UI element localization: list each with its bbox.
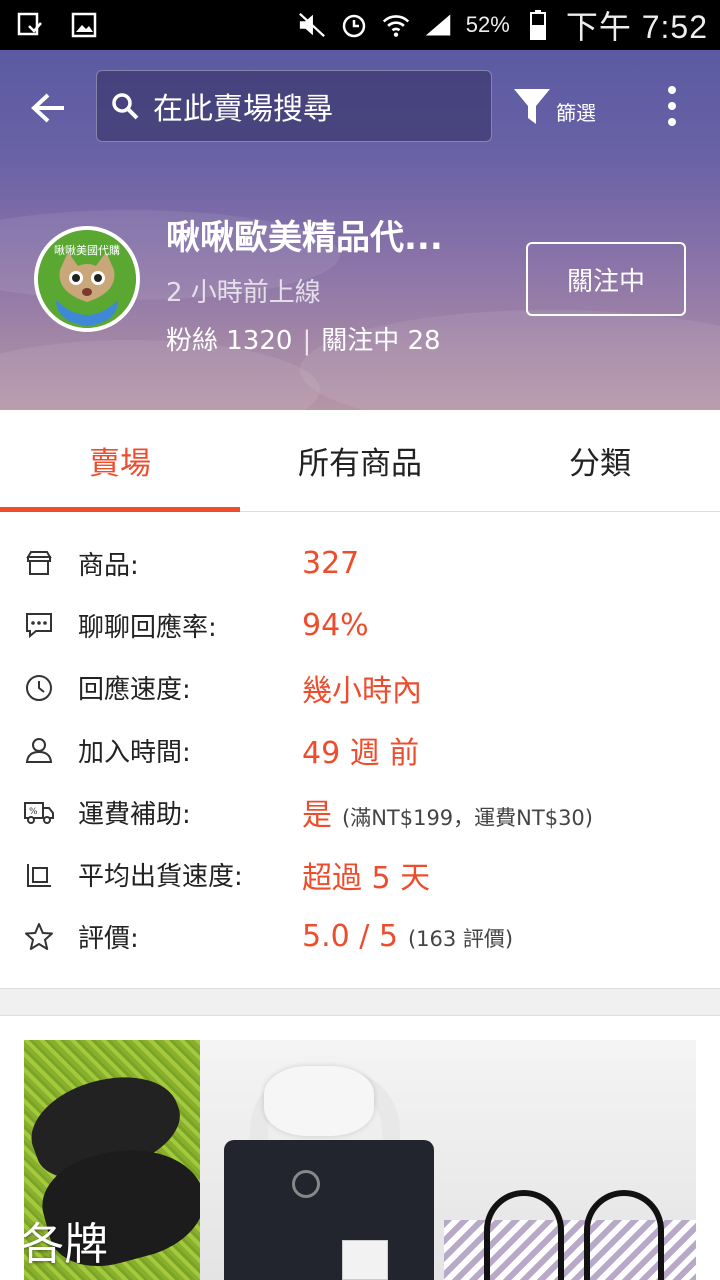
tab-all-products[interactable]: 所有商品 <box>240 410 480 511</box>
alarm-icon <box>340 11 368 39</box>
more-options-button[interactable] <box>656 86 688 126</box>
section-divider <box>0 988 720 1016</box>
more-dot <box>668 102 676 110</box>
battery-icon <box>524 10 552 40</box>
download-icon <box>16 11 44 39</box>
banner-image-sandal <box>584 1190 664 1280</box>
followers-count[interactable]: 粉絲 1320 <box>166 326 292 356</box>
filter-icon <box>514 89 550 124</box>
info-row-products: 商品: 327 <box>0 532 720 594</box>
avatar-text: 啾啾美國代購 <box>54 244 120 257</box>
info-value-text: 是 <box>302 798 332 834</box>
info-key: 評價: <box>78 924 139 955</box>
back-button[interactable] <box>24 86 72 130</box>
info-note: (滿NT$199，運費NT$30) <box>342 806 593 831</box>
shop-avatar[interactable]: 啾啾美國代購 <box>34 226 140 332</box>
more-dot <box>668 118 676 126</box>
user-icon <box>22 733 56 767</box>
info-row-joined: 加入時間: 49 週 前 <box>0 719 720 781</box>
info-value: 327 <box>302 545 360 581</box>
tab-categories[interactable]: 分類 <box>480 410 720 511</box>
signal-icon <box>424 11 452 39</box>
info-row-ship-speed: 平均出貨速度: 超過 5 天 <box>0 843 720 905</box>
info-key: 聊聊回應率: <box>78 612 217 643</box>
info-key: 商品: <box>78 550 139 581</box>
filter-button[interactable]: 篩選 <box>512 86 596 126</box>
info-row-shipping-subsidy: % 運費補助: 是 (滿NT$199，運費NT$30) <box>0 781 720 843</box>
info-value-text: 5.0 / 5 <box>302 919 398 955</box>
following-count[interactable]: 關注中 28 <box>321 326 440 356</box>
image-icon <box>70 11 98 39</box>
banner-bag-tag <box>342 1240 388 1280</box>
last-online-status: 2 小時前上線 <box>166 278 321 308</box>
shop-stats: 粉絲 1320 | 關注中 28 <box>166 320 441 357</box>
clock-icon <box>22 671 56 705</box>
banner-caption: 各牌 <box>24 1219 108 1270</box>
shop-search-input[interactable]: 在此賣場搜尋 <box>96 70 492 142</box>
info-value: 49 週 前 <box>302 736 420 772</box>
wifi-icon <box>382 11 410 39</box>
back-arrow-icon <box>31 93 64 123</box>
info-value: 超過 5 天 <box>302 860 431 896</box>
tab-shop[interactable]: 賣場 <box>0 410 240 512</box>
info-row-chat-rate: 聊聊回應率: 94% <box>0 594 720 656</box>
shop-tabs: 賣場 所有商品 分類 <box>0 410 720 512</box>
info-key: 回應速度: <box>78 675 191 706</box>
banner-bag-logo <box>292 1170 320 1198</box>
star-icon <box>22 920 56 954</box>
search-placeholder: 在此賣場搜尋 <box>153 92 333 127</box>
battery-percent: 52% <box>465 12 510 37</box>
search-icon <box>112 93 139 120</box>
truck-icon: % <box>22 795 56 829</box>
banner-image-sandal <box>484 1190 564 1280</box>
package-icon <box>22 858 56 892</box>
store-icon <box>22 546 56 580</box>
svg-text:%: % <box>29 807 38 817</box>
follow-button[interactable]: 關注中 <box>526 242 686 316</box>
info-value: 5.0 / 5 (163 評價) <box>302 919 513 954</box>
info-row-response-speed: 回應速度: 幾小時內 <box>0 657 720 719</box>
mute-icon <box>298 11 326 39</box>
info-row-rating[interactable]: 評價: 5.0 / 5 (163 評價) <box>0 906 720 968</box>
banner-image-tissue <box>264 1066 374 1136</box>
banner-image-bag <box>224 1140 434 1280</box>
stats-separator: | <box>302 326 312 356</box>
info-value: 是 (滿NT$199，運費NT$30) <box>302 790 593 834</box>
more-dot <box>668 86 676 94</box>
filter-label: 篩選 <box>556 101 596 125</box>
info-key: 運費補助: <box>78 799 191 830</box>
shop-info-list: 商品: 327 聊聊回應率: 94% 回應速度: 幾小時內 加入時間: 49 週… <box>0 532 720 968</box>
chat-icon <box>22 608 56 642</box>
info-value: 幾小時內 <box>302 673 422 709</box>
clock-time: 下午 7:52 <box>565 9 708 45</box>
shop-header: 在此賣場搜尋 篩選 啾啾美國代購 啾啾歐美精品代... 2 小時前上線 粉絲 1… <box>0 50 720 410</box>
status-bar: 52% 下午 7:52 <box>0 0 720 50</box>
info-value: 94% <box>302 607 369 643</box>
info-note: (163 評價) <box>407 927 514 952</box>
shop-banner[interactable]: 各牌 <box>24 1040 696 1280</box>
shop-name: 啾啾歐美精品代... <box>166 218 443 258</box>
info-key: 平均出貨速度: <box>78 862 243 893</box>
info-key: 加入時間: <box>78 737 191 768</box>
